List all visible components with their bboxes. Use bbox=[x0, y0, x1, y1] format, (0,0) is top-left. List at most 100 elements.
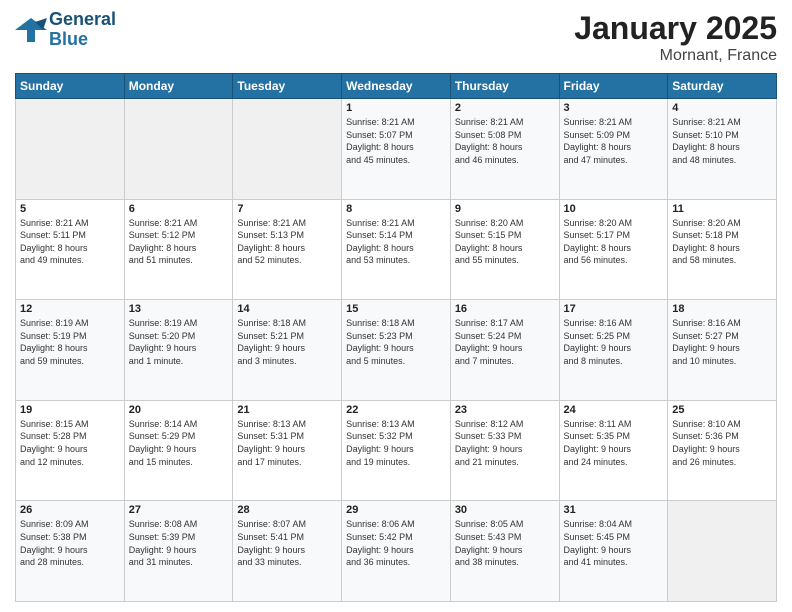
calendar-cell: 1 Sunrise: 8:21 AM Sunset: 5:07 PM Daylig… bbox=[342, 99, 451, 200]
day-info: Sunrise: 8:15 AM Sunset: 5:28 PM Dayligh… bbox=[20, 418, 120, 468]
day-number: 29 bbox=[346, 504, 446, 516]
logo-blue: Blue bbox=[49, 30, 116, 50]
day-number: 8 bbox=[346, 203, 446, 215]
calendar-cell: 23 Sunrise: 8:12 AM Sunset: 5:33 PM Dayli… bbox=[450, 400, 559, 501]
weekday-header: Monday bbox=[124, 74, 233, 99]
calendar-cell bbox=[233, 99, 342, 200]
day-number: 27 bbox=[129, 504, 229, 516]
day-number: 6 bbox=[129, 203, 229, 215]
calendar-cell: 6 Sunrise: 8:21 AM Sunset: 5:12 PM Daylig… bbox=[124, 199, 233, 300]
day-number: 17 bbox=[564, 303, 664, 315]
calendar-week-row: 19 Sunrise: 8:15 AM Sunset: 5:28 PM Dayli… bbox=[16, 400, 777, 501]
day-number: 9 bbox=[455, 203, 555, 215]
calendar-cell: 31 Sunrise: 8:04 AM Sunset: 5:45 PM Dayli… bbox=[559, 501, 668, 602]
day-info: Sunrise: 8:12 AM Sunset: 5:33 PM Dayligh… bbox=[455, 418, 555, 468]
calendar-cell: 10 Sunrise: 8:20 AM Sunset: 5:17 PM Dayli… bbox=[559, 199, 668, 300]
day-number: 19 bbox=[20, 404, 120, 416]
day-number: 20 bbox=[129, 404, 229, 416]
day-info: Sunrise: 8:20 AM Sunset: 5:17 PM Dayligh… bbox=[564, 217, 664, 267]
weekday-header-row: SundayMondayTuesdayWednesdayThursdayFrid… bbox=[16, 74, 777, 99]
page: General Blue January 2025 Mornant, Franc… bbox=[0, 0, 792, 612]
calendar-cell: 18 Sunrise: 8:16 AM Sunset: 5:27 PM Dayli… bbox=[668, 300, 777, 401]
calendar-cell: 4 Sunrise: 8:21 AM Sunset: 5:10 PM Daylig… bbox=[668, 99, 777, 200]
day-info: Sunrise: 8:16 AM Sunset: 5:27 PM Dayligh… bbox=[672, 317, 772, 367]
calendar-cell: 20 Sunrise: 8:14 AM Sunset: 5:29 PM Dayli… bbox=[124, 400, 233, 501]
day-info: Sunrise: 8:19 AM Sunset: 5:20 PM Dayligh… bbox=[129, 317, 229, 367]
day-info: Sunrise: 8:08 AM Sunset: 5:39 PM Dayligh… bbox=[129, 518, 229, 568]
calendar-cell: 3 Sunrise: 8:21 AM Sunset: 5:09 PM Daylig… bbox=[559, 99, 668, 200]
calendar-cell bbox=[124, 99, 233, 200]
day-number: 24 bbox=[564, 404, 664, 416]
calendar-cell: 13Sunrise: 8:19 AM Sunset: 5:20 PM Dayli… bbox=[124, 300, 233, 401]
day-info: Sunrise: 8:04 AM Sunset: 5:45 PM Dayligh… bbox=[564, 518, 664, 568]
calendar-cell: 28 Sunrise: 8:07 AM Sunset: 5:41 PM Dayli… bbox=[233, 501, 342, 602]
day-number: 30 bbox=[455, 504, 555, 516]
day-number: 26 bbox=[20, 504, 120, 516]
day-info: Sunrise: 8:14 AM Sunset: 5:29 PM Dayligh… bbox=[129, 418, 229, 468]
day-number: 7 bbox=[237, 203, 337, 215]
weekday-header: Thursday bbox=[450, 74, 559, 99]
day-number: 23 bbox=[455, 404, 555, 416]
day-number: 28 bbox=[237, 504, 337, 516]
day-number: 5 bbox=[20, 203, 120, 215]
logo: General Blue bbox=[15, 10, 116, 50]
calendar-week-row: 26 Sunrise: 8:09 AM Sunset: 5:38 PM Dayli… bbox=[16, 501, 777, 602]
calendar-cell: 29 Sunrise: 8:06 AM Sunset: 5:42 PM Dayli… bbox=[342, 501, 451, 602]
day-number: 1 bbox=[346, 102, 446, 114]
weekday-header: Saturday bbox=[668, 74, 777, 99]
calendar-cell: 15Sunrise: 8:18 AM Sunset: 5:23 PM Dayli… bbox=[342, 300, 451, 401]
weekday-header: Tuesday bbox=[233, 74, 342, 99]
day-info: Sunrise: 8:18 AM Sunset: 5:21 PM Dayligh… bbox=[237, 317, 337, 367]
header: General Blue January 2025 Mornant, Franc… bbox=[15, 10, 777, 65]
page-title: January 2025 bbox=[574, 10, 777, 47]
calendar-cell: 21Sunrise: 8:13 AM Sunset: 5:31 PM Dayli… bbox=[233, 400, 342, 501]
day-info: Sunrise: 8:21 AM Sunset: 5:14 PM Dayligh… bbox=[346, 217, 446, 267]
day-info: Sunrise: 8:11 AM Sunset: 5:35 PM Dayligh… bbox=[564, 418, 664, 468]
calendar-cell: 14Sunrise: 8:18 AM Sunset: 5:21 PM Dayli… bbox=[233, 300, 342, 401]
day-info: Sunrise: 8:07 AM Sunset: 5:41 PM Dayligh… bbox=[237, 518, 337, 568]
calendar-cell bbox=[668, 501, 777, 602]
day-number: 16 bbox=[455, 303, 555, 315]
weekday-header: Friday bbox=[559, 74, 668, 99]
calendar-cell: 25 Sunrise: 8:10 AM Sunset: 5:36 PM Dayli… bbox=[668, 400, 777, 501]
day-number: 22 bbox=[346, 404, 446, 416]
day-info: Sunrise: 8:21 AM Sunset: 5:12 PM Dayligh… bbox=[129, 217, 229, 267]
day-info: Sunrise: 8:21 AM Sunset: 5:09 PM Dayligh… bbox=[564, 116, 664, 166]
day-number: 21 bbox=[237, 404, 337, 416]
day-info: Sunrise: 8:10 AM Sunset: 5:36 PM Dayligh… bbox=[672, 418, 772, 468]
calendar-cell: 22Sunrise: 8:13 AM Sunset: 5:32 PM Dayli… bbox=[342, 400, 451, 501]
weekday-header: Wednesday bbox=[342, 74, 451, 99]
calendar: SundayMondayTuesdayWednesdayThursdayFrid… bbox=[15, 73, 777, 602]
day-info: Sunrise: 8:21 AM Sunset: 5:10 PM Dayligh… bbox=[672, 116, 772, 166]
calendar-cell: 9 Sunrise: 8:20 AM Sunset: 5:15 PM Daylig… bbox=[450, 199, 559, 300]
day-info: Sunrise: 8:20 AM Sunset: 5:18 PM Dayligh… bbox=[672, 217, 772, 267]
calendar-cell: 8 Sunrise: 8:21 AM Sunset: 5:14 PM Daylig… bbox=[342, 199, 451, 300]
day-number: 31 bbox=[564, 504, 664, 516]
day-number: 2 bbox=[455, 102, 555, 114]
day-info: Sunrise: 8:06 AM Sunset: 5:42 PM Dayligh… bbox=[346, 518, 446, 568]
day-number: 10 bbox=[564, 203, 664, 215]
day-number: 12 bbox=[20, 303, 120, 315]
day-info: Sunrise: 8:09 AM Sunset: 5:38 PM Dayligh… bbox=[20, 518, 120, 568]
day-info: Sunrise: 8:20 AM Sunset: 5:15 PM Dayligh… bbox=[455, 217, 555, 267]
day-number: 25 bbox=[672, 404, 772, 416]
calendar-cell: 11 Sunrise: 8:20 AM Sunset: 5:18 PM Dayli… bbox=[668, 199, 777, 300]
day-number: 11 bbox=[672, 203, 772, 215]
calendar-cell: 2Sunrise: 8:21 AM Sunset: 5:08 PM Daylig… bbox=[450, 99, 559, 200]
calendar-cell: 17Sunrise: 8:16 AM Sunset: 5:25 PM Dayli… bbox=[559, 300, 668, 401]
day-number: 3 bbox=[564, 102, 664, 114]
day-info: Sunrise: 8:17 AM Sunset: 5:24 PM Dayligh… bbox=[455, 317, 555, 367]
calendar-week-row: 1 Sunrise: 8:21 AM Sunset: 5:07 PM Daylig… bbox=[16, 99, 777, 200]
calendar-cell bbox=[16, 99, 125, 200]
day-info: Sunrise: 8:18 AM Sunset: 5:23 PM Dayligh… bbox=[346, 317, 446, 367]
day-number: 4 bbox=[672, 102, 772, 114]
day-number: 18 bbox=[672, 303, 772, 315]
day-info: Sunrise: 8:19 AM Sunset: 5:19 PM Dayligh… bbox=[20, 317, 120, 367]
day-info: Sunrise: 8:05 AM Sunset: 5:43 PM Dayligh… bbox=[455, 518, 555, 568]
day-info: Sunrise: 8:21 AM Sunset: 5:07 PM Dayligh… bbox=[346, 116, 446, 166]
title-block: January 2025 Mornant, France bbox=[574, 10, 777, 65]
calendar-cell: 19 Sunrise: 8:15 AM Sunset: 5:28 PM Dayli… bbox=[16, 400, 125, 501]
calendar-cell: 30 Sunrise: 8:05 AM Sunset: 5:43 PM Dayli… bbox=[450, 501, 559, 602]
logo-icon bbox=[15, 16, 47, 44]
day-info: Sunrise: 8:21 AM Sunset: 5:11 PM Dayligh… bbox=[20, 217, 120, 267]
